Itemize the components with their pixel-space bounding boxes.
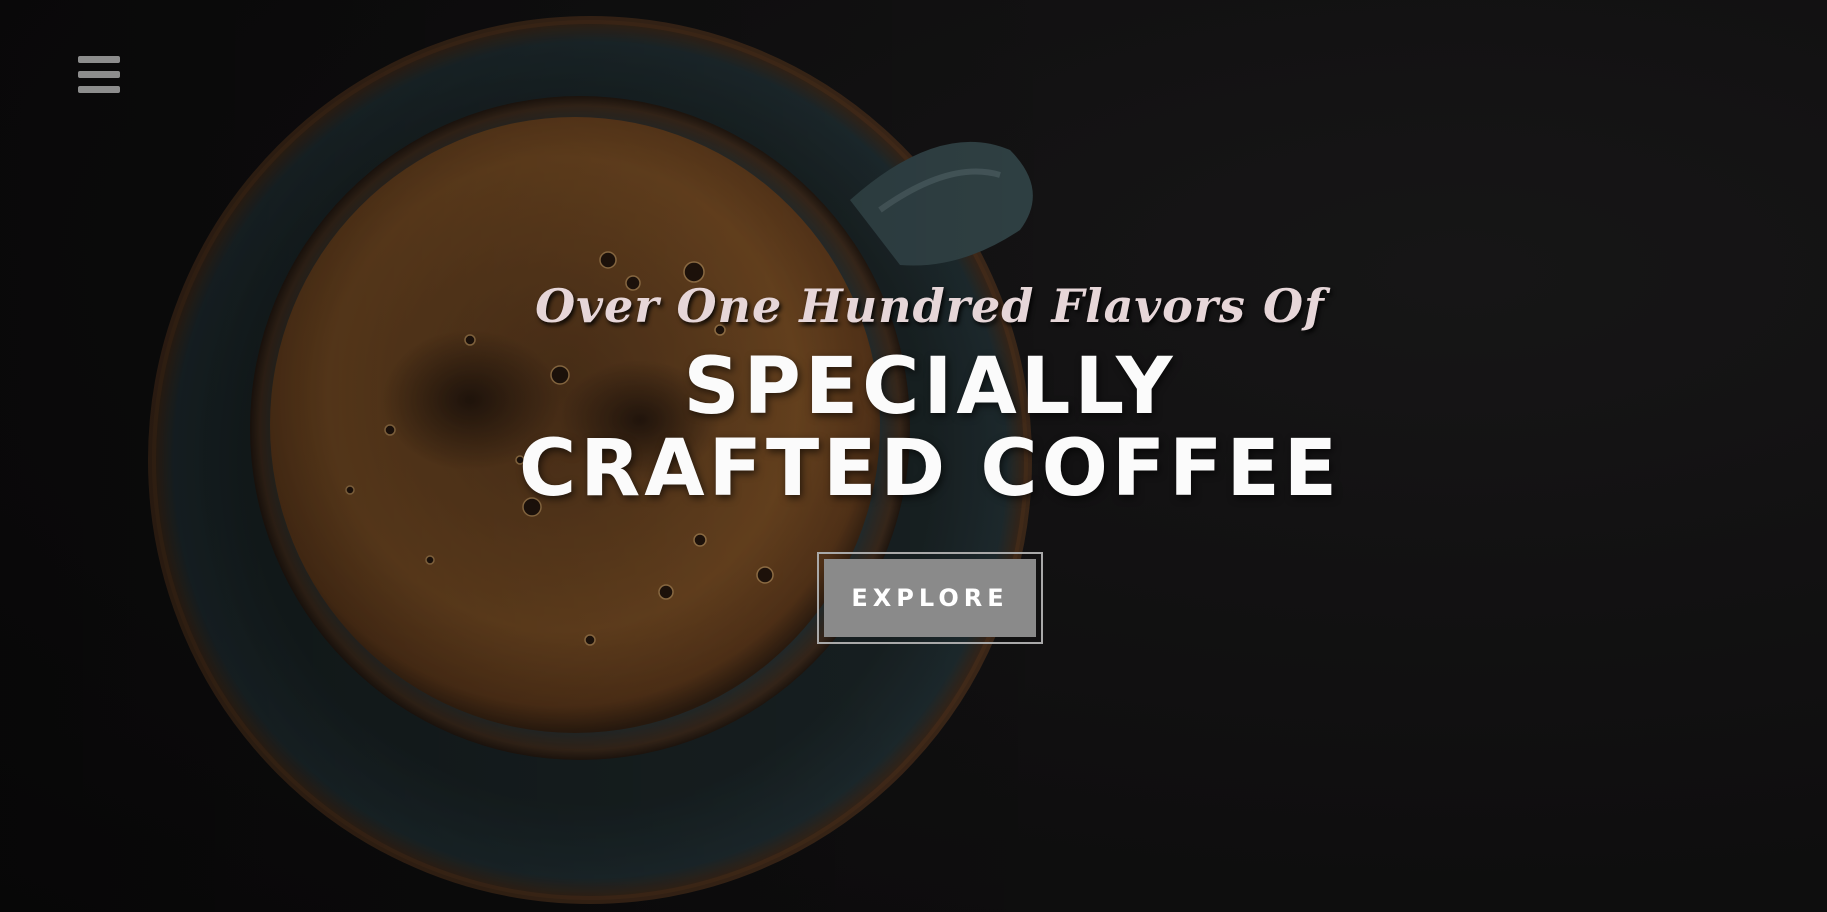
headline-line-2: CRAFTED COFFEE	[518, 424, 1342, 514]
menu-bar	[78, 71, 120, 78]
hero-headline: SPECIALLY CRAFTED COFFEE	[480, 346, 1380, 510]
headline-line-1: SPECIALLY	[683, 342, 1177, 432]
hero-section: Over One Hundred Flavors Of SPECIALLY CR…	[0, 0, 1827, 912]
hero-content: Over One Hundred Flavors Of SPECIALLY CR…	[480, 270, 1380, 644]
explore-button[interactable]: EXPLORE	[824, 559, 1036, 637]
hamburger-menu-icon[interactable]	[76, 54, 122, 96]
menu-bar	[78, 86, 120, 93]
hero-tagline: Over One Hundred Flavors Of	[535, 279, 1325, 333]
menu-bar	[78, 56, 120, 63]
explore-button-frame: EXPLORE	[817, 552, 1043, 644]
